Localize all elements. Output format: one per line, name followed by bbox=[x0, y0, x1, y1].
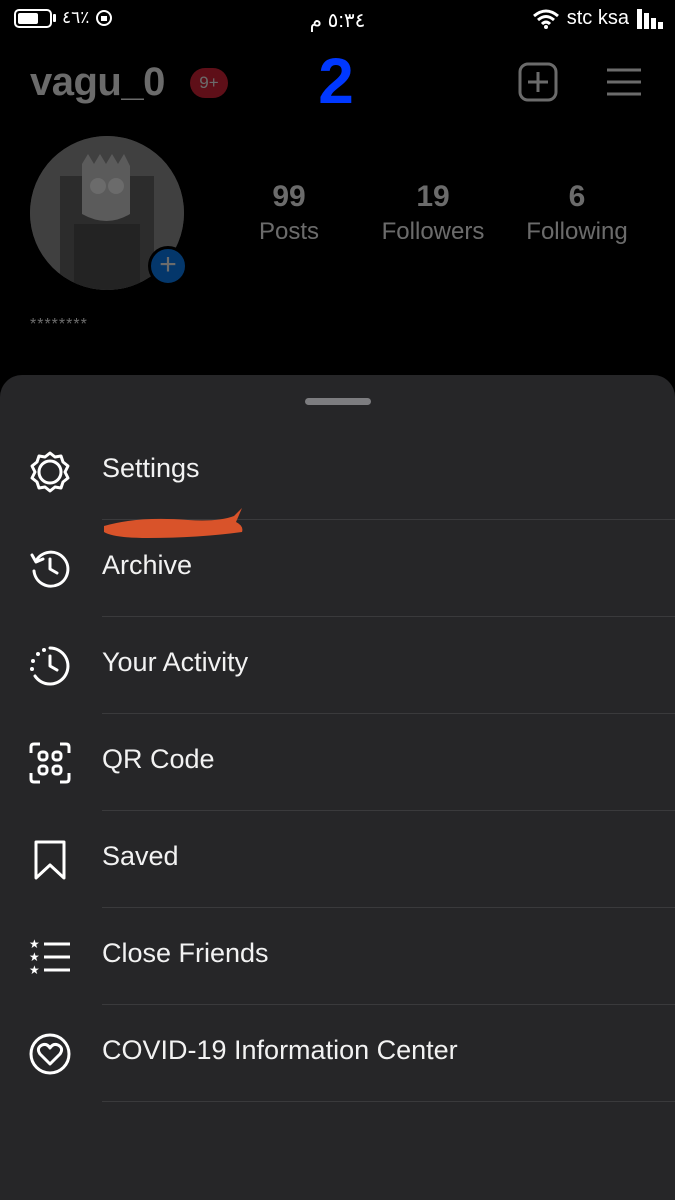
add-story-button[interactable]: + bbox=[148, 246, 188, 286]
menu-item-qr-code[interactable]: QR Code bbox=[0, 714, 675, 811]
menu-label-your-activity: Your Activity bbox=[102, 647, 249, 677]
menu-item-your-activity[interactable]: Your Activity bbox=[0, 617, 675, 714]
menu-item-close-friends[interactable]: ★ ★ ★ Close Friends bbox=[0, 908, 675, 1005]
stat-following[interactable]: 6 Following bbox=[502, 180, 652, 246]
carrier-name: stc ksa bbox=[566, 7, 629, 29]
hamburger-menu-icon[interactable] bbox=[604, 62, 644, 102]
svg-text:★: ★ bbox=[29, 963, 40, 977]
gear-icon bbox=[30, 451, 70, 493]
profile-options-sheet: Settings Archive Your Activity QR Code S… bbox=[0, 375, 675, 1200]
following-count: 6 bbox=[568, 180, 586, 213]
divider bbox=[102, 1101, 675, 1102]
svg-text:★: ★ bbox=[29, 937, 40, 951]
stat-followers[interactable]: 19 Followers bbox=[358, 180, 508, 246]
menu-label-saved: Saved bbox=[102, 841, 179, 871]
menu-label-settings: Settings bbox=[102, 453, 200, 483]
svg-text:★: ★ bbox=[29, 950, 40, 964]
sheet-grabber[interactable] bbox=[305, 398, 371, 405]
activity-clock-icon bbox=[30, 646, 70, 686]
stat-posts[interactable]: 99 Posts bbox=[214, 180, 364, 246]
covid-heart-icon bbox=[29, 1033, 71, 1075]
menu-label-close-friends: Close Friends bbox=[102, 938, 269, 968]
notification-badge: 9+ bbox=[190, 68, 228, 98]
profile-username[interactable]: vagu_0 bbox=[30, 60, 165, 105]
menu-label-archive: Archive bbox=[102, 550, 193, 580]
step-number-annotation: 2 bbox=[318, 45, 354, 117]
app-screen: ٤٦٪ ٥:٣٤ م stc ksa vagu_0 9+ + 99 Posts … bbox=[0, 0, 675, 1200]
archive-clock-icon bbox=[30, 550, 70, 588]
followers-count: 19 bbox=[416, 180, 450, 213]
following-label: Following bbox=[526, 218, 628, 245]
bookmark-icon bbox=[34, 840, 66, 880]
menu-item-covid-information-center[interactable]: COVID-19 Information Center bbox=[0, 1005, 675, 1102]
signal-icon bbox=[637, 8, 663, 29]
status-bar: ٤٦٪ ٥:٣٤ م stc ksa bbox=[0, 0, 675, 40]
close-friends-list-icon: ★ ★ ★ bbox=[29, 937, 70, 977]
menu-item-saved[interactable]: Saved bbox=[0, 811, 675, 908]
wifi-icon bbox=[532, 9, 559, 29]
profile-bio: ******** bbox=[30, 316, 88, 333]
new-post-icon[interactable] bbox=[518, 62, 558, 102]
followers-label: Followers bbox=[381, 218, 485, 245]
qr-code-icon bbox=[29, 742, 71, 784]
highlight-scribble bbox=[104, 508, 243, 538]
posts-count: 99 bbox=[272, 180, 306, 213]
menu-label-covid-information-center: COVID-19 Information Center bbox=[102, 1035, 458, 1065]
posts-label: Posts bbox=[258, 218, 320, 245]
menu-label-qr-code: QR Code bbox=[102, 744, 215, 774]
